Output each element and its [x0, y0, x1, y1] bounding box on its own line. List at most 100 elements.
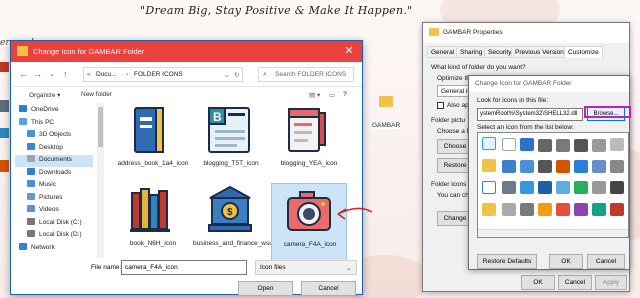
sidebar-item[interactable]: OneDrive	[15, 105, 93, 117]
desktop-icon[interactable]	[0, 160, 9, 172]
desktop-folder-label[interactable]: GAMBAR	[372, 122, 401, 129]
mixer-icon[interactable]	[610, 181, 624, 194]
cd-icon[interactable]	[610, 138, 624, 151]
chevron-down-icon[interactable]: ⌄	[49, 70, 55, 78]
folder-icon[interactable]	[379, 96, 393, 107]
desktop-icon[interactable]	[502, 181, 516, 194]
icon-file-path-input[interactable]: ystemRoot%\System32\SHELL32.dll	[477, 108, 583, 121]
globe-icon[interactable]	[520, 160, 534, 173]
sidebar-item[interactable]: Music	[15, 180, 93, 192]
help-icon[interactable]: ?	[343, 91, 347, 98]
shutdown-icon[interactable]	[556, 203, 570, 216]
earth-icon[interactable]	[520, 181, 534, 194]
computer-icon[interactable]	[592, 160, 606, 173]
desktop-icon[interactable]	[0, 128, 9, 138]
sidebar-item[interactable]: Desktop	[15, 142, 93, 155]
file-name: business_and_finance_wsu_icon	[193, 240, 289, 247]
tab-sharing[interactable]: Sharing	[456, 46, 487, 58]
dialog-titlebar[interactable]: Change Icon for GAMBAR Folder ✕	[11, 41, 362, 62]
address-bar[interactable]: « Docu... › FOLDER ICONS ⌄ ↻	[83, 67, 243, 82]
organize-button[interactable]: Organize ▾	[29, 91, 60, 99]
view-options-icon[interactable]: ▤ ▾	[309, 91, 320, 99]
drive-icon[interactable]	[538, 139, 552, 152]
file-name-input[interactable]: camera_F4A_icon	[121, 260, 247, 275]
sidebar-item-icon	[27, 155, 35, 162]
also-apply-checkbox[interactable]	[437, 102, 444, 109]
new-folder-button[interactable]: New folder	[81, 91, 112, 98]
back-arrow-icon[interactable]: ←	[19, 69, 28, 79]
sidebar-item[interactable]: 3D Objects	[15, 130, 93, 142]
ok-button[interactable]: OK	[521, 275, 555, 290]
network-drive-icon[interactable]	[574, 160, 588, 173]
select-icon-label: Select an icon from the list below:	[477, 124, 574, 131]
document-icon[interactable]	[502, 138, 516, 151]
folder-icon[interactable]	[482, 159, 496, 172]
navigation-scrollbar[interactable]	[97, 103, 104, 258]
sidebar-item[interactable]: This PC	[15, 117, 93, 130]
properties-titlebar[interactable]: GAMBAR Properties	[423, 23, 629, 43]
sidebar-item-icon	[27, 142, 35, 150]
desktop-icon[interactable]	[0, 100, 9, 112]
sidebar-item[interactable]: Documents	[15, 155, 93, 167]
icon-list-scrollbar[interactable]	[478, 229, 628, 237]
folder-icon[interactable]	[482, 203, 496, 216]
desktop-icon[interactable]	[0, 62, 9, 72]
sidebar-item[interactable]: Local Disk (C:)	[15, 217, 93, 230]
breadcrumb-item[interactable]: Docu...	[96, 71, 117, 78]
world-icon[interactable]	[538, 181, 552, 194]
network-icon[interactable]	[502, 160, 516, 173]
key-icon[interactable]	[574, 203, 588, 216]
cancel-button[interactable]: Cancel	[558, 275, 592, 290]
file-item[interactable]: book_N6H_icon	[115, 183, 191, 261]
hard-drive-icon[interactable]	[574, 139, 588, 152]
sidebar-item[interactable]: Local Disk (D:)	[15, 230, 93, 242]
tab-customize[interactable]: Customize	[564, 46, 603, 58]
file-type-select[interactable]: Icon files ⌄	[255, 260, 357, 275]
cancel-button[interactable]: Cancel	[301, 281, 356, 296]
cancel-button[interactable]: Cancel	[587, 254, 625, 269]
drive-icon[interactable]	[502, 203, 516, 216]
floppy-icon[interactable]	[556, 139, 570, 152]
pane-icon[interactable]: ▭	[329, 91, 335, 99]
scanner-icon[interactable]	[520, 203, 534, 216]
device-icon[interactable]	[592, 181, 606, 194]
sidebar-item[interactable]: Pictures	[15, 192, 93, 205]
tab-previous-versions[interactable]: Previous Versions	[511, 46, 572, 58]
disc-drive-icon[interactable]	[592, 139, 606, 152]
shortcut-icon[interactable]	[556, 181, 570, 194]
up-arrow-icon[interactable]: ↑	[63, 69, 68, 79]
file-item[interactable]: $ business_and_finance_wsu_icon	[193, 183, 289, 261]
sidebar-item[interactable]: Network	[15, 242, 93, 255]
scrollbar-thumb[interactable]	[98, 107, 103, 147]
close-button[interactable]: ✕	[336, 41, 362, 62]
wallpaper-tagline: "Dream Big, Stay Positive & Make It Happ…	[140, 4, 413, 17]
chevron-down-icon[interactable]: ⌄	[224, 71, 229, 79]
window-icon[interactable]	[482, 181, 496, 194]
ok-button[interactable]: OK	[549, 254, 583, 269]
lock-icon[interactable]	[538, 203, 552, 216]
search-input[interactable]: ⌕ Search FOLDER ICONS	[258, 67, 354, 82]
sidebar-item-label: Documents	[39, 156, 72, 163]
open-button[interactable]: Open	[238, 281, 293, 296]
blank-document-icon[interactable]	[482, 137, 496, 150]
monitor-icon[interactable]	[538, 160, 552, 173]
icon-list[interactable]	[477, 132, 629, 238]
file-item[interactable]: address_book_1a4_icon	[115, 103, 191, 181]
application-icon[interactable]	[520, 138, 534, 151]
file-item[interactable]: blogging_YEA_icon	[271, 103, 347, 181]
refresh-icon[interactable]: ↻	[234, 71, 239, 79]
apply-button[interactable]: Apply	[595, 275, 627, 290]
sidebar-item[interactable]: Downloads	[15, 167, 93, 180]
printer-icon[interactable]	[556, 160, 570, 173]
settings-icon[interactable]	[610, 160, 624, 173]
change-icon-titlebar[interactable]: Change Icon for GAMBAR Folder	[469, 76, 629, 92]
error-icon[interactable]	[610, 203, 624, 216]
arrow-icon[interactable]	[574, 181, 588, 194]
breadcrumb-item[interactable]: FOLDER ICONS	[134, 71, 183, 78]
recycle-icon[interactable]	[592, 203, 606, 216]
sidebar-item[interactable]: Videos	[15, 205, 93, 217]
forward-arrow-icon[interactable]: →	[33, 69, 42, 79]
file-item[interactable]: B blogging_T5T_icon	[193, 103, 269, 181]
tab-general[interactable]: General	[427, 46, 459, 58]
restore-defaults-button[interactable]: Restore Defaults	[477, 254, 537, 269]
